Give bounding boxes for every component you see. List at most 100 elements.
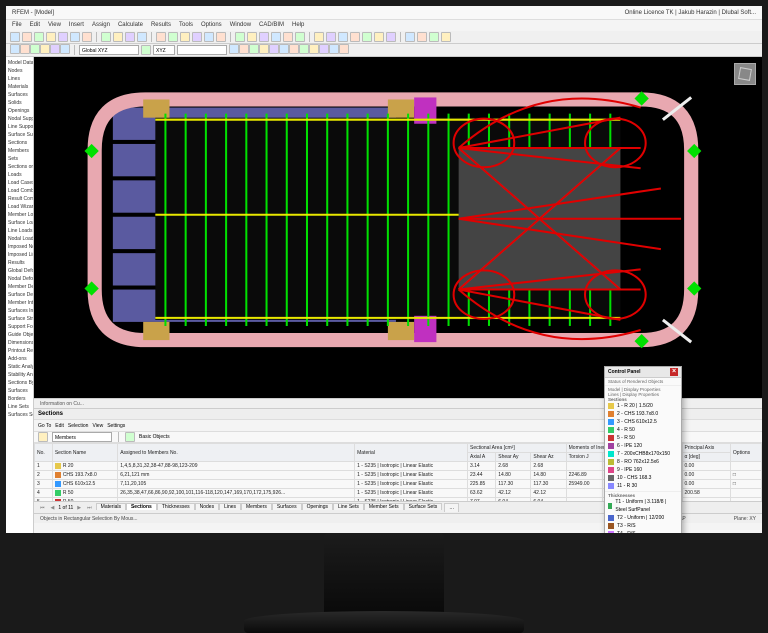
nav-item[interactable]: Line Loads — [8, 227, 31, 235]
toolbar2-button-toolbar2right-3[interactable] — [259, 44, 269, 54]
control-panel[interactable]: Control Panel × Status of Rendered Objec… — [604, 366, 682, 533]
menu-cad-bim[interactable]: CAD/BIM — [259, 20, 284, 31]
bottom-tab-surface-sets[interactable]: Surface Sets — [404, 503, 443, 510]
toolbar-button-8[interactable] — [101, 32, 111, 42]
cp-section-item[interactable]: 11 - R 30 — [608, 482, 678, 490]
sections-edit[interactable]: Edit — [55, 423, 64, 429]
toolbar-button-18[interactable] — [216, 32, 226, 42]
toolbar-button-38[interactable] — [441, 32, 451, 42]
toolbar2-button-toolbar2right-1[interactable] — [239, 44, 249, 54]
toolbar-button-13[interactable] — [156, 32, 166, 42]
nav-item[interactable]: Load Wizards — [8, 203, 31, 211]
filter-icon[interactable] — [38, 432, 48, 442]
toolbar-button-10[interactable] — [125, 32, 135, 42]
col-ay[interactable]: Shear Ay — [496, 453, 531, 462]
tab-prev[interactable]: ◀ — [49, 505, 57, 511]
menu-file[interactable]: File — [12, 20, 22, 31]
toolbar2-button-toolbar2right-10[interactable] — [329, 44, 339, 54]
nav-item[interactable]: Solids — [8, 99, 31, 107]
bottom-tab-thicknesses[interactable]: Thicknesses — [157, 503, 195, 510]
toolbar2-button-toolbar2left-1[interactable] — [20, 44, 30, 54]
nav-item[interactable]: Sets — [8, 155, 31, 163]
nav-item[interactable]: Loads — [8, 171, 31, 179]
nav-item[interactable]: Surfaces — [8, 91, 31, 99]
nav-item[interactable]: Surface Loads — [8, 219, 31, 227]
sections-selection[interactable]: Selection — [68, 423, 89, 429]
nav-item[interactable]: Materials — [8, 83, 31, 91]
toolbar-button-9[interactable] — [113, 32, 123, 42]
nav-item[interactable]: Results — [8, 259, 31, 267]
nav-item[interactable]: Dimensions — [8, 339, 31, 347]
col-options[interactable]: Options — [730, 444, 761, 462]
nav-item[interactable]: Nodal Deformations — [8, 275, 31, 283]
menu-help[interactable]: Help — [292, 20, 304, 31]
toolbar-button-30[interactable] — [350, 32, 360, 42]
toolbar2-button-toolbar2right-7[interactable] — [299, 44, 309, 54]
tab-first[interactable]: ⏮ — [38, 505, 47, 511]
nav-item[interactable]: Model Data — [8, 59, 31, 67]
control-panel-titlebar[interactable]: Control Panel × — [605, 367, 681, 378]
toolbar2-button-toolbar2right-4[interactable] — [269, 44, 279, 54]
col-axial[interactable]: Axial A — [467, 453, 495, 462]
nav-item[interactable]: Surface Stresses — [8, 315, 31, 323]
toolbar2-button-toolbar2left-5[interactable] — [60, 44, 70, 54]
nav-item[interactable]: Surface Supports — [8, 131, 31, 139]
nav-item[interactable]: Nodes — [8, 67, 31, 75]
cp-section-item[interactable]: 9 - IPE 160 — [608, 466, 678, 474]
menu-insert[interactable]: Insert — [69, 20, 84, 31]
nav-item[interactable]: Members — [8, 147, 31, 155]
nav-item[interactable]: Stability Analysis — [8, 371, 31, 379]
nav-item[interactable]: Printout Reports — [8, 347, 31, 355]
cp-section-item[interactable]: 3 - CHS 610x12.5 — [608, 418, 678, 426]
cp-section-item[interactable]: 4 - R 50 — [608, 426, 678, 434]
coord-system-dropdown[interactable]: Global XYZ — [79, 45, 139, 55]
cp-thickness-item[interactable]: T3 - R/S — [608, 522, 678, 530]
nav-item[interactable]: Imposed Line Deformations — [8, 251, 31, 259]
bottom-tab-openings[interactable]: Openings — [302, 503, 333, 510]
nav-item[interactable]: Add-ons — [8, 355, 31, 363]
toolbar2-button-toolbar2right-0[interactable] — [229, 44, 239, 54]
nav-item[interactable]: Surface Deformations — [8, 291, 31, 299]
nav-item[interactable]: Line Supports — [8, 123, 31, 131]
cp-section-item[interactable]: 5 - R 50 — [608, 434, 678, 442]
toolbar-button-36[interactable] — [417, 32, 427, 42]
col-group-area[interactable]: Sectional Area [cm²] — [467, 444, 566, 453]
toolbar-button-11[interactable] — [137, 32, 147, 42]
col-group-axis[interactable]: Principal Axis — [682, 444, 730, 453]
toolbar-button-37[interactable] — [429, 32, 439, 42]
menu-edit[interactable]: Edit — [30, 20, 40, 31]
cp-section-item[interactable]: 7 - 200xCHB8x170x150 — [608, 450, 678, 458]
nav-item[interactable]: Static Analysis — [8, 363, 31, 371]
nav-item[interactable]: Member Internal Forces — [8, 299, 31, 307]
nav-item[interactable]: Support Forces — [8, 323, 31, 331]
cp-section-item[interactable]: 8 - RO 762x12.5x6 — [608, 458, 678, 466]
toolbar2-button-toolbar2right-5[interactable] — [279, 44, 289, 54]
nav-item[interactable]: Member Deformations — [8, 283, 31, 291]
toolbar2-button-toolbar2right-11[interactable] — [339, 44, 349, 54]
nav-item[interactable]: Borders — [8, 395, 31, 403]
bottom-tab-materials[interactable]: Materials — [96, 503, 126, 510]
toolbar2-button-toolbar2left-4[interactable] — [50, 44, 60, 54]
nav-item[interactable]: Guide Objects — [8, 331, 31, 339]
toolbar2-button-toolbar2right-9[interactable] — [319, 44, 329, 54]
viewport-tab[interactable]: Information on Cu... — [40, 401, 84, 407]
menu-window[interactable]: Window — [230, 20, 251, 31]
bottom-tab-line-sets[interactable]: Line Sets — [333, 503, 364, 510]
col-no[interactable]: No. — [35, 444, 53, 462]
nav-item[interactable]: Sections on Load ... — [8, 163, 31, 171]
toolbar-button-33[interactable] — [386, 32, 396, 42]
cp-thickness-item[interactable]: T1 - Uniform | 3.118/8 | Steel SurfPanel — [608, 498, 678, 514]
col-alpha[interactable]: α [deg] — [682, 453, 730, 462]
toolbar-button-14[interactable] — [168, 32, 178, 42]
cp-thickness-item[interactable]: T4 - R/S — [608, 530, 678, 533]
toolbar2-button-toolbar2right-6[interactable] — [289, 44, 299, 54]
toolbar2-button-toolbar2left-3[interactable] — [40, 44, 50, 54]
sections-goto[interactable]: Go To — [38, 423, 51, 429]
nav-item[interactable]: Nodal Supports — [8, 115, 31, 123]
nav-item[interactable]: Load Cases — [8, 179, 31, 187]
toolbar-button-5[interactable] — [70, 32, 80, 42]
menu-results[interactable]: Results — [151, 20, 171, 31]
nav-item[interactable]: Surfaces Internal Forces — [8, 307, 31, 315]
menu-options[interactable]: Options — [201, 20, 222, 31]
nav-item[interactable]: Load Combinations — [8, 187, 31, 195]
